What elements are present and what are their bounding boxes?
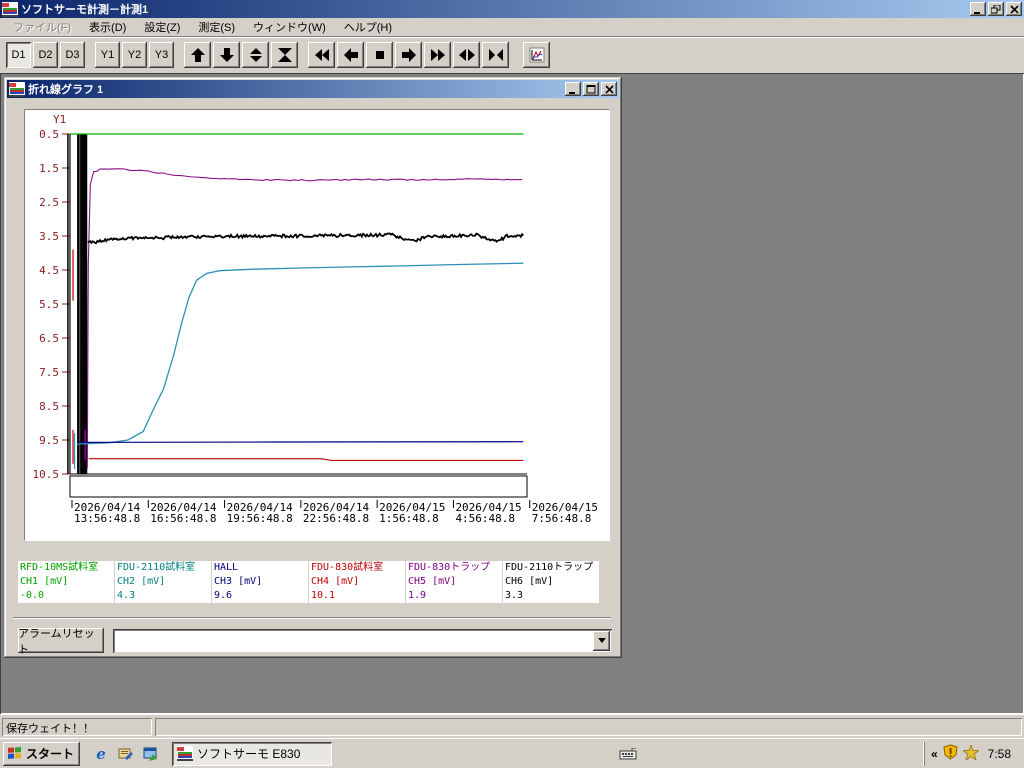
task-app-icon	[177, 746, 194, 761]
graph-window-title: 折れ線グラフ 1	[28, 84, 104, 96]
d1-button[interactable]: D1	[6, 42, 31, 68]
menu-view[interactable]: 表示(D)	[80, 17, 135, 37]
expand-horizontal-icon[interactable]	[453, 42, 480, 68]
security-shield-icon[interactable]	[943, 744, 958, 763]
compress-horizontal-icon[interactable]	[482, 42, 509, 68]
divider	[13, 617, 611, 619]
minimize-icon[interactable]	[970, 2, 986, 16]
taskbar-clock: 7:58	[987, 746, 1011, 761]
menubar: ファイル(F) 表示(D) 設定(Z) 測定(S) ウィンドウ(W) ヘルプ(H…	[0, 18, 1024, 37]
alarm-combobox[interactable]	[113, 628, 612, 653]
window-title: ソフトサーモ計測－計測1	[21, 4, 149, 16]
svg-text:5.5: 5.5	[39, 298, 59, 311]
svg-text:0.5: 0.5	[39, 128, 59, 141]
d2-button[interactable]: D2	[33, 42, 58, 68]
windows-logo-icon	[8, 746, 21, 759]
keyboard-input-icon[interactable]	[619, 745, 637, 763]
svg-text:19:56:48.8: 19:56:48.8	[227, 512, 293, 525]
app-icon	[2, 1, 18, 17]
y2-button[interactable]: Y2	[122, 42, 147, 68]
svg-text:4.5: 4.5	[39, 264, 59, 277]
legend-ch4: FDU-830試料室 CH4 [mV] 10.1	[309, 561, 405, 603]
graph-close-icon[interactable]	[601, 82, 617, 96]
system-tray: « 7:58	[923, 741, 1021, 766]
step-left-icon[interactable]	[337, 42, 364, 68]
menu-settings[interactable]: 設定(Z)	[135, 17, 189, 37]
outlook-express-icon[interactable]	[142, 745, 160, 763]
svg-text:6.5: 6.5	[39, 332, 59, 345]
status-panel-2	[155, 718, 1022, 736]
legend-ch1: RFD-10MS試料室 CH1 [mV] -0.0	[18, 561, 114, 603]
chevron-down-icon[interactable]	[593, 630, 610, 651]
taskbar: スタート e ソフトサーモ E830 « 7:58	[0, 738, 1024, 768]
star-icon[interactable]	[961, 743, 981, 763]
svg-text:16:56:48.8: 16:56:48.8	[150, 512, 216, 525]
main-titlebar: ソフトサーモ計測－計測1	[0, 0, 1024, 18]
compress-vertical-icon[interactable]	[271, 42, 298, 68]
menu-help[interactable]: ヘルプ(H)	[335, 17, 401, 37]
svg-text:1:56:48.8: 1:56:48.8	[379, 512, 439, 525]
up-arrow-icon[interactable]	[184, 42, 211, 68]
svg-text:4:56:48.8: 4:56:48.8	[455, 512, 515, 525]
tray-expand-chevron-icon[interactable]: «	[931, 747, 938, 761]
expand-vertical-icon[interactable]	[242, 42, 269, 68]
rewind-icon[interactable]	[308, 42, 335, 68]
legend-ch6: FDU-2110トラップ CH6 [mV] 3.3	[503, 561, 599, 603]
show-desktop-icon[interactable]	[117, 745, 135, 763]
graph-controls: アラームリセット	[18, 628, 612, 656]
graph-window: 折れ線グラフ 1 Y1 0.5 1.5 2.5 3.5 4.5 5.5 6.5 7.5 8.5 9.…	[4, 77, 622, 658]
y1-button[interactable]: Y1	[95, 42, 120, 68]
start-button[interactable]: スタート	[3, 741, 81, 766]
stop-icon[interactable]	[366, 42, 393, 68]
taskbar-task-softthermo[interactable]: ソフトサーモ E830	[172, 741, 333, 766]
status-message: 保存ウェイト！！	[2, 718, 152, 736]
chart-display-icon[interactable]	[523, 42, 550, 68]
close-icon[interactable]	[1006, 2, 1022, 16]
line-chart-svg: Y10.51.52.53.54.55.56.57.58.59.510.52026…	[33, 113, 598, 525]
legend-ch3: HALL CH3 [mV] 9.6	[212, 561, 308, 603]
restore-icon[interactable]	[988, 2, 1004, 16]
svg-text:Y1: Y1	[53, 113, 66, 126]
svg-text:22:56:48.8: 22:56:48.8	[303, 512, 369, 525]
alarm-reset-button[interactable]: アラームリセット	[18, 628, 104, 656]
svg-text:3.5: 3.5	[39, 230, 59, 243]
svg-text:8.5: 8.5	[39, 400, 59, 413]
menu-measure[interactable]: 測定(S)	[189, 17, 244, 37]
svg-text:7:56:48.8: 7:56:48.8	[532, 512, 592, 525]
status-bar: 保存ウェイト！！	[0, 714, 1024, 738]
chart-panel: Y1 0.5 1.5 2.5 3.5 4.5 5.5 6.5 7.5 8.5 9.5 10.5 2026…	[24, 109, 610, 541]
graph-window-icon	[9, 81, 25, 97]
internet-explorer-icon[interactable]: e	[92, 745, 110, 763]
menu-window[interactable]: ウィンドウ(W)	[244, 17, 335, 37]
down-arrow-icon[interactable]	[213, 42, 240, 68]
graph-maximize-icon[interactable]	[583, 82, 599, 96]
mdi-area: 折れ線グラフ 1 Y1 0.5 1.5 2.5 3.5 4.5 5.5 6.5 7.5 8.5 9.…	[0, 73, 1024, 714]
svg-text:2.5: 2.5	[39, 196, 59, 209]
menu-file[interactable]: ファイル(F)	[4, 17, 80, 37]
svg-text:7.5: 7.5	[39, 366, 59, 379]
graph-window-body: Y1 0.5 1.5 2.5 3.5 4.5 5.5 6.5 7.5 8.5 9.5 10.5 2026…	[7, 98, 619, 656]
legend-ch2: FDU-2110試料室 CH2 [mV] 4.3	[115, 561, 211, 603]
toolbar: D1 D2 D3 Y1 Y2 Y3	[0, 37, 1024, 73]
svg-text:10.5: 10.5	[33, 468, 60, 481]
quick-launch: e	[92, 745, 160, 763]
svg-text:13:56:48.8: 13:56:48.8	[74, 512, 140, 525]
svg-text:9.5: 9.5	[39, 434, 59, 447]
svg-text:1.5: 1.5	[39, 162, 59, 175]
graph-minimize-icon[interactable]	[565, 82, 581, 96]
fast-forward-icon[interactable]	[424, 42, 451, 68]
d3-button[interactable]: D3	[60, 42, 85, 68]
step-right-icon[interactable]	[395, 42, 422, 68]
graph-window-titlebar: 折れ線グラフ 1	[7, 80, 619, 98]
channel-legend: RFD-10MS試料室 CH1 [mV] -0.0 FDU-2110試料室 CH…	[18, 561, 599, 603]
legend-ch5: FDU-830トラップ CH5 [mV] 1.9	[406, 561, 502, 603]
desktop: { "window": { "title": "ソフトサーモ計測－計測1" },…	[0, 0, 1024, 768]
alarm-combobox-value[interactable]	[115, 630, 593, 651]
y3-button[interactable]: Y3	[149, 42, 174, 68]
